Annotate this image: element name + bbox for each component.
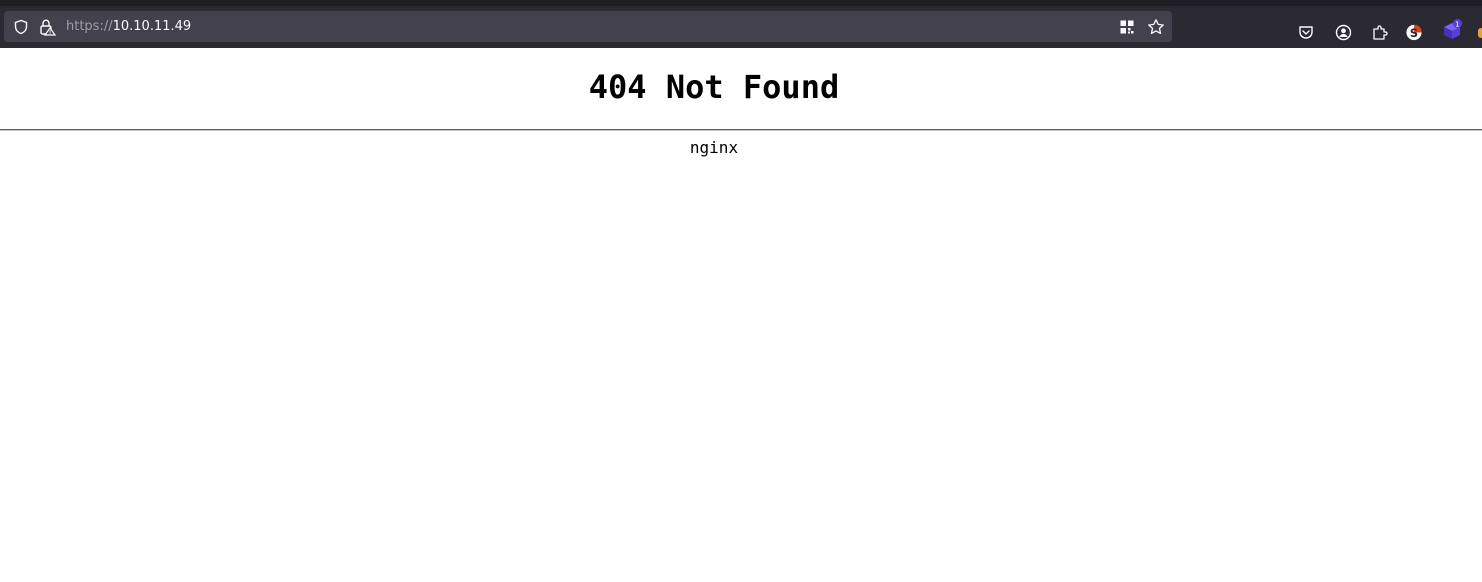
page-title: 404 Not Found [588, 68, 840, 106]
bookmark-star-icon[interactable] [1147, 18, 1165, 36]
extension-s-letter: S [1410, 25, 1418, 39]
overflow-extension-icon[interactable] [1478, 28, 1482, 38]
browser-toolbar: https://10.10.11.49 S 1 [0, 0, 1482, 48]
horizontal-rule [0, 129, 1482, 131]
url-host: 10.10.11.49 [112, 19, 192, 34]
account-icon[interactable] [1334, 23, 1352, 41]
extension-cube-icon[interactable]: 1 [1441, 19, 1463, 41]
qr-code-icon[interactable] [1118, 18, 1136, 36]
url-scheme: https:// [66, 19, 113, 34]
insecure-lock-icon[interactable] [38, 18, 56, 36]
page-content: 404 Not Found nginx [0, 48, 1482, 582]
shield-icon[interactable] [12, 18, 30, 36]
extensions-icon[interactable] [1370, 23, 1388, 41]
extension-s-icon[interactable]: S [1405, 23, 1423, 41]
address-bar[interactable]: https://10.10.11.49 [4, 11, 1172, 42]
server-signature: nginx [689, 138, 739, 157]
url-text[interactable]: https://10.10.11.49 [66, 17, 191, 37]
extension-badge: 1 [1455, 20, 1459, 28]
pocket-icon[interactable] [1297, 23, 1315, 41]
